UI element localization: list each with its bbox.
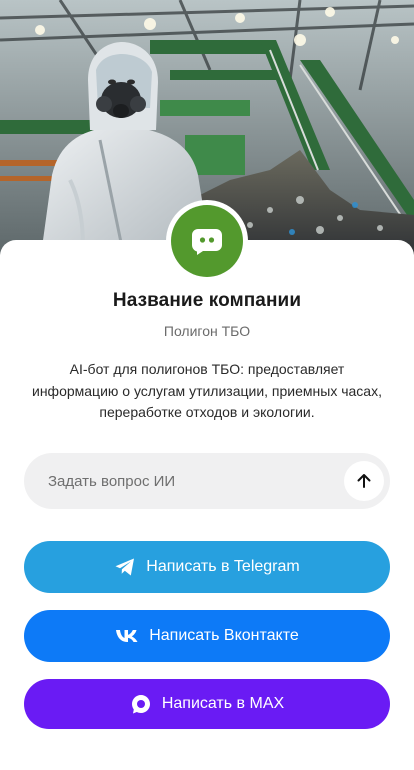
company-avatar	[166, 200, 248, 282]
vk-button[interactable]: Написать Вконтакте	[24, 610, 390, 662]
vk-button-label: Написать Вконтакте	[149, 627, 299, 644]
max-icon	[130, 693, 152, 715]
telegram-button[interactable]: Написать в Telegram	[24, 541, 390, 593]
telegram-button-label: Написать в Telegram	[146, 558, 300, 575]
company-subtitle: Полигон ТБО	[163, 323, 251, 339]
company-description: AI-бот для полигонов ТБО: предоставляет …	[32, 361, 382, 420]
max-button[interactable]: Написать в MAX	[24, 679, 390, 729]
avatar-background	[171, 205, 243, 277]
chat-bot-icon	[192, 229, 222, 255]
max-button-label: Написать в MAX	[161, 695, 285, 712]
telegram-icon	[114, 557, 136, 577]
send-button[interactable]	[344, 461, 384, 501]
company-name: Название компании	[112, 290, 302, 311]
vk-icon	[115, 629, 139, 643]
ask-ai-input[interactable]	[48, 472, 344, 490]
arrow-up-icon	[357, 474, 371, 488]
ask-ai-field	[24, 453, 390, 509]
